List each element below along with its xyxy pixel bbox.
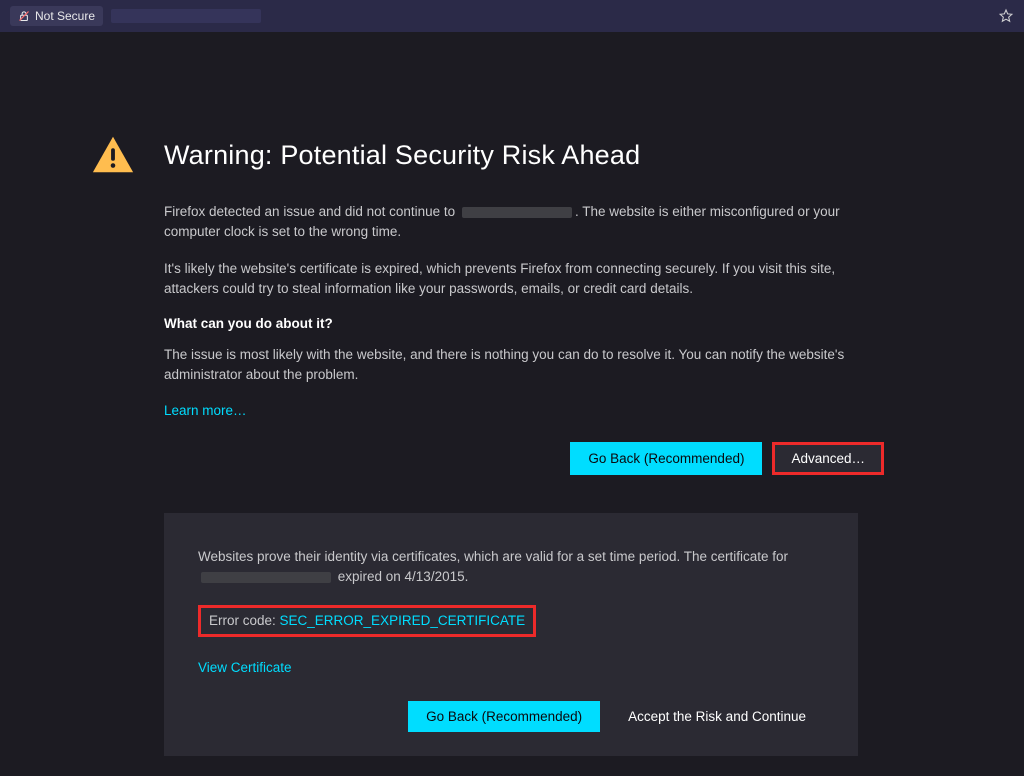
bookmark-star-icon[interactable] [998, 8, 1014, 24]
what-can-you-do-heading: What can you do about it? [164, 316, 884, 331]
accept-risk-button[interactable]: Accept the Risk and Continue [610, 701, 824, 732]
go-back-button[interactable]: Go Back (Recommended) [570, 442, 762, 475]
learn-more-link[interactable]: Learn more… [164, 403, 247, 418]
address-bar: Not Secure [0, 0, 1024, 32]
not-secure-badge[interactable]: Not Secure [10, 6, 103, 26]
advanced-button-row: Go Back (Recommended) Accept the Risk an… [198, 701, 824, 732]
not-secure-label: Not Secure [35, 9, 95, 23]
lock-warning-icon [18, 10, 30, 22]
go-back-button-2[interactable]: Go Back (Recommended) [408, 701, 600, 732]
error-code-link[interactable]: SEC_ERROR_EXPIRED_CERTIFICATE [280, 613, 526, 628]
warning-paragraph-2: It's likely the website's certificate is… [164, 259, 884, 298]
warning-paragraph-3: The issue is most likely with the websit… [164, 345, 884, 384]
redacted-hostname [462, 207, 572, 218]
body-text: Firefox detected an issue and did not co… [164, 202, 884, 475]
view-certificate-link[interactable]: View Certificate [198, 660, 292, 675]
primary-button-row: Go Back (Recommended) Advanced… [164, 442, 884, 475]
warning-paragraph-1: Firefox detected an issue and did not co… [164, 202, 884, 241]
error-code-container: Error code: SEC_ERROR_EXPIRED_CERTIFICAT… [198, 605, 536, 637]
certificate-explanation: Websites prove their identity via certif… [198, 547, 824, 586]
warning-triangle-icon [90, 132, 136, 178]
header-row: Warning: Potential Security Risk Ahead [90, 132, 934, 178]
advanced-panel: Websites prove their identity via certif… [164, 513, 858, 755]
page-title: Warning: Potential Security Risk Ahead [164, 140, 640, 171]
redacted-hostname [201, 572, 331, 583]
error-page-content: Warning: Potential Security Risk Ahead F… [0, 32, 1024, 776]
error-code-label: Error code: [209, 613, 280, 628]
url-field[interactable] [111, 9, 261, 23]
advanced-button[interactable]: Advanced… [772, 442, 884, 475]
